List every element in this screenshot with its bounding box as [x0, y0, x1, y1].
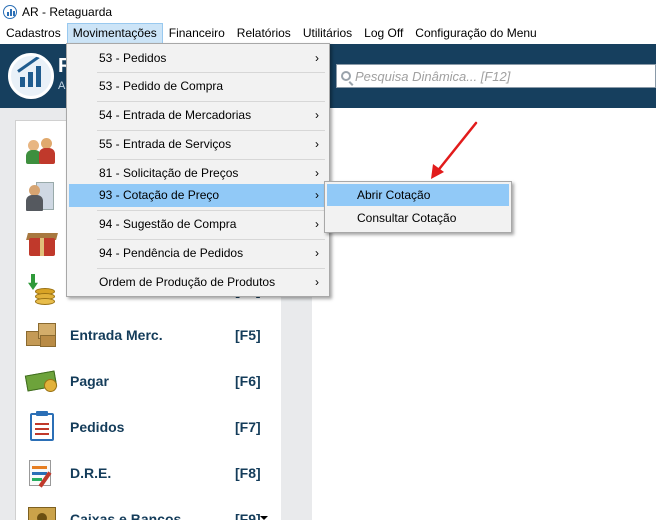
shortcut-key: [F7]	[235, 419, 261, 435]
users-icon	[26, 136, 58, 168]
shortcut-pedidos[interactable]: Pedidos [F7]	[20, 404, 278, 450]
menu-item-label: 53 - Pedidos	[99, 51, 167, 65]
shortcut-label: D.R.E.	[70, 465, 112, 481]
menu-separator	[97, 130, 325, 131]
search-input[interactable]	[355, 68, 645, 84]
menu-item-label: 53 - Pedido de Compra	[99, 79, 224, 93]
menu-configuracao[interactable]: Configuração do Menu	[409, 23, 542, 44]
safe-icon	[26, 503, 58, 520]
chevron-right-icon: ›	[315, 217, 319, 231]
menu-item-entrada-mercadorias[interactable]: 54 - Entrada de Mercadorias ›	[69, 103, 327, 127]
menu-item-sugestao-compra[interactable]: 94 - Sugestão de Compra ›	[69, 212, 327, 236]
clipboard-icon	[26, 411, 58, 443]
menu-movimentacoes[interactable]: Movimentações	[66, 23, 163, 44]
chevron-right-icon: ›	[315, 246, 319, 260]
chevron-right-icon: ›	[315, 51, 319, 65]
menu-separator	[97, 101, 325, 102]
boxes-icon	[26, 319, 58, 351]
scroll-down-icon[interactable]	[260, 516, 268, 520]
menu-item-pedido-compra[interactable]: 53 - Pedido de Compra	[69, 74, 327, 98]
shortcut-dre[interactable]: D.R.E. [F8]	[20, 450, 278, 496]
dynamic-search[interactable]	[336, 64, 656, 88]
menu-item-label: 55 - Entrada de Serviços	[99, 137, 232, 151]
shortcut-label: Entrada Merc.	[70, 327, 163, 343]
menu-item-label: 81 - Solicitação de Preços	[99, 166, 239, 180]
coins-icon	[26, 274, 58, 306]
menu-item-label: 94 - Sugestão de Compra	[99, 217, 237, 231]
shortcut-key: [F6]	[235, 373, 261, 389]
cotacao-submenu: Abrir Cotação Consultar Cotação	[324, 181, 512, 233]
shortcut-entrada-merc[interactable]: Entrada Merc. [F5]	[20, 312, 278, 358]
menu-relatorios[interactable]: Relatórios	[231, 23, 297, 44]
menu-item-pedidos[interactable]: 53 - Pedidos ›	[69, 46, 327, 70]
menu-separator	[97, 159, 325, 160]
submenu-item-label: Consultar Cotação	[357, 211, 457, 225]
person-icon	[26, 182, 58, 214]
movimentacoes-dropdown: 53 - Pedidos › 53 - Pedido de Compra 54 …	[66, 43, 330, 297]
shortcut-label: Pedidos	[70, 419, 125, 435]
chevron-right-icon: ›	[315, 108, 319, 122]
menu-separator	[97, 72, 325, 73]
shortcut-key: [F5]	[235, 327, 261, 343]
menu-item-label: Ordem de Produção de Produtos	[99, 275, 276, 289]
menu-separator	[97, 210, 325, 211]
submenu-consultar-cotacao[interactable]: Consultar Cotação	[327, 207, 509, 229]
menu-item-label: 93 - Cotação de Preço	[99, 188, 220, 202]
box-icon	[26, 228, 58, 260]
chevron-right-icon: ›	[315, 166, 319, 180]
header-subtitle: A	[58, 80, 66, 92]
menu-item-label: 94 - Pendência de Pedidos	[99, 246, 244, 260]
shortcut-label: Pagar	[70, 373, 109, 389]
shortcut-key: [F9]	[235, 511, 261, 520]
menu-separator	[97, 268, 325, 269]
menu-separator	[97, 239, 325, 240]
chevron-right-icon: ›	[315, 137, 319, 151]
menu-cadastros[interactable]: Cadastros	[0, 23, 67, 44]
money-icon	[24, 365, 58, 397]
report-icon	[26, 457, 58, 489]
submenu-item-label: Abrir Cotação	[357, 188, 431, 202]
shortcut-label: Caixas e Bancos	[70, 511, 182, 520]
menu-item-pendencia-pedidos[interactable]: 94 - Pendência de Pedidos ›	[69, 241, 327, 265]
chevron-right-icon: ›	[315, 188, 319, 202]
window-title: AR - Retaguarda	[22, 4, 113, 19]
chevron-right-icon: ›	[315, 275, 319, 289]
menu-log-off[interactable]: Log Off	[358, 23, 409, 44]
shortcut-key: [F8]	[235, 465, 261, 481]
menu-item-solicitacao-precos[interactable]: 81 - Solicitação de Preços ›	[69, 161, 327, 185]
logo-chart-icon	[8, 53, 54, 99]
menu-utilitarios[interactable]: Utilitários	[297, 23, 358, 44]
title-bar: AR - Retaguarda	[0, 0, 656, 23]
app-chart-icon	[3, 4, 17, 19]
menu-financeiro[interactable]: Financeiro	[163, 23, 231, 44]
menu-item-entrada-servicos[interactable]: 55 - Entrada de Serviços ›	[69, 132, 327, 156]
search-icon	[341, 71, 351, 81]
submenu-abrir-cotacao[interactable]: Abrir Cotação	[327, 184, 509, 206]
annotation-arrow-icon	[431, 121, 478, 179]
shortcut-pagar[interactable]: Pagar [F6]	[20, 358, 278, 404]
menu-bar: Cadastros Movimentações Financeiro Relat…	[0, 23, 656, 44]
menu-item-label: 54 - Entrada de Mercadorias	[99, 108, 252, 122]
menu-item-ordem-producao[interactable]: Ordem de Produção de Produtos ›	[69, 270, 327, 294]
menu-item-cotacao-preco[interactable]: 93 - Cotação de Preço ›	[69, 184, 327, 207]
shortcut-caixas-bancos[interactable]: Caixas e Bancos [F9]	[20, 496, 278, 520]
